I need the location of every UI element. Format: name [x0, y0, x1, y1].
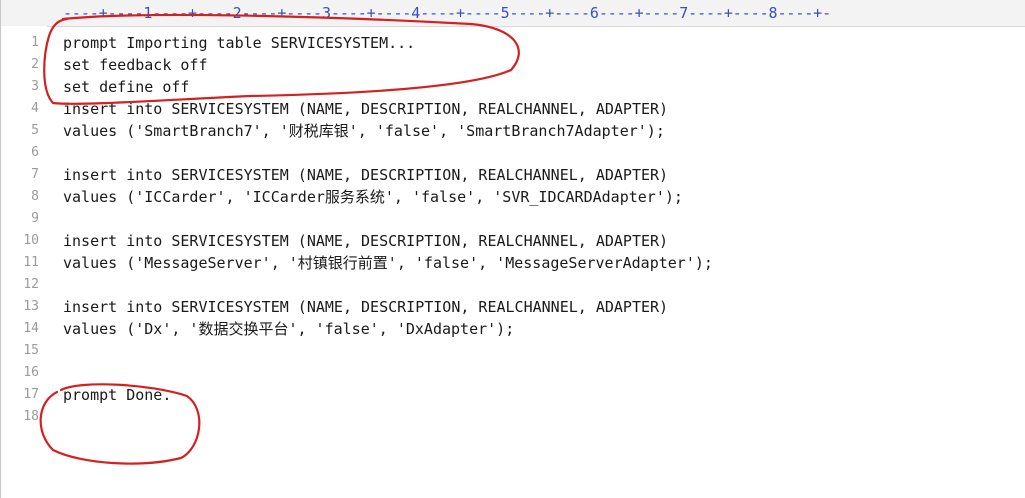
code-line[interactable]: values ('ICCarder', 'ICCarder服务系统', 'fal…	[63, 186, 683, 208]
line-number: 3	[31, 79, 39, 94]
code-line[interactable]: set define off	[63, 76, 189, 98]
code-line[interactable]: insert into SERVICESYSTEM (NAME, DESCRIP…	[63, 230, 668, 252]
code-line[interactable]: values ('MessageServer', '村镇银行前置', 'fals…	[63, 252, 713, 274]
line-number: 10	[23, 233, 39, 248]
line-number: 2	[31, 57, 39, 72]
text-editor[interactable]: ----+----1----+----2----+----3----+----4…	[0, 0, 1025, 498]
line-number: 8	[31, 189, 39, 204]
line-number: 7	[31, 167, 39, 182]
line-number: 16	[23, 365, 39, 380]
line-number: 4	[31, 101, 39, 116]
code-line[interactable]: prompt Done.	[63, 384, 171, 406]
line-number: 1	[31, 35, 39, 50]
line-number: 17	[23, 387, 39, 402]
line-number-gutter: 1 2 3 4 5 6 7 8 9 10 11 12 13 14 15 16 1…	[1, 26, 47, 498]
line-number: 5	[31, 123, 39, 138]
code-line[interactable]: insert into SERVICESYSTEM (NAME, DESCRIP…	[63, 98, 668, 120]
line-number: 6	[31, 145, 39, 160]
code-line[interactable]: insert into SERVICESYSTEM (NAME, DESCRIP…	[63, 164, 668, 186]
column-ruler: ----+----1----+----2----+----3----+----4…	[1, 0, 1025, 27]
line-number: 9	[31, 211, 39, 226]
code-line[interactable]: values ('SmartBranch7', '财税库银', 'false',…	[63, 120, 665, 142]
line-number: 15	[23, 343, 39, 358]
code-line[interactable]: values ('Dx', '数据交换平台', 'false', 'DxAdap…	[63, 318, 514, 340]
line-number: 12	[23, 277, 39, 292]
code-line[interactable]: prompt Importing table SERVICESYSTEM...	[63, 32, 415, 54]
line-number: 14	[23, 321, 39, 336]
line-number: 13	[23, 299, 39, 314]
code-line[interactable]: set feedback off	[63, 54, 208, 76]
line-number: 18	[23, 409, 39, 424]
line-number: 11	[23, 255, 39, 270]
code-line[interactable]: insert into SERVICESYSTEM (NAME, DESCRIP…	[63, 296, 668, 318]
ruler-scale: ----+----1----+----2----+----3----+----4…	[63, 4, 832, 22]
